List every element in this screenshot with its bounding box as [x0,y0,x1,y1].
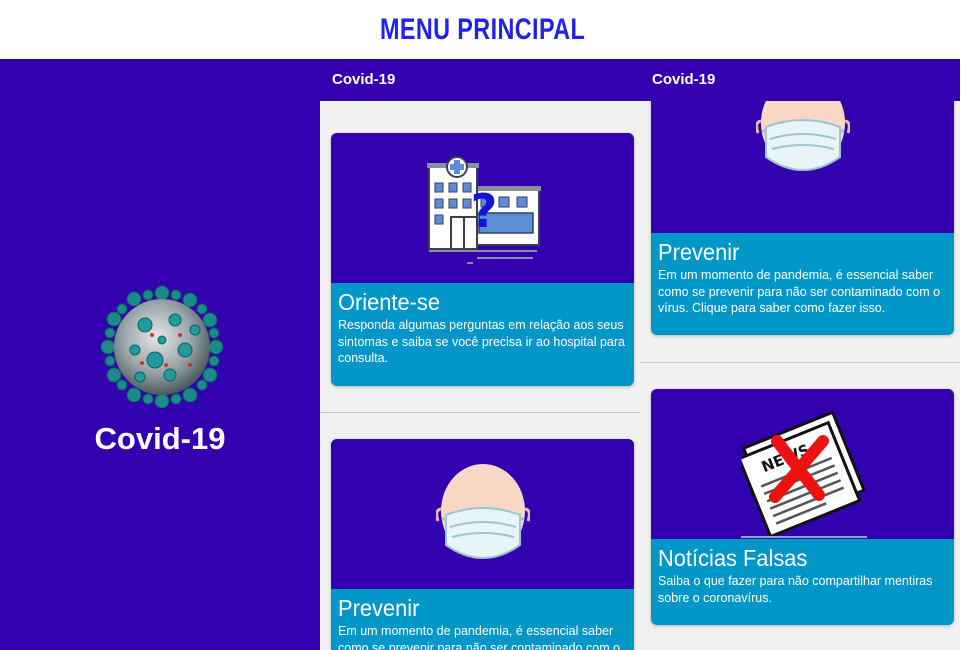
app-bar-title: Covid-19 [332,71,396,88]
menu-screen-1: Covid-19 ? Oriente-se Responda algumas p… [320,59,640,650]
divider [320,412,640,413]
card-body: Prevenir Em um momento de pandemia, é es… [651,233,954,325]
app-bar-title: Covid-19 [652,71,716,88]
card-noticias-falsas[interactable]: NEWS Notícias Falsas Saiba o que fazer p… [651,389,954,625]
card-prevenir[interactable]: Prevenir Em um momento de pandemia, é es… [331,439,634,650]
card-image [651,83,954,233]
svg-text:?: ? [471,184,498,238]
card-body: Oriente-se Responda algumas perguntas em… [331,283,634,375]
card-body: Notícias Falsas Saiba o que fazer para n… [651,539,954,614]
card-description: Responda algumas perguntas em relação ao… [338,318,625,365]
card-prevenir[interactable]: Prevenir Em um momento de pandemia, é es… [651,83,954,335]
fake-news-icon: NEWS [741,410,867,539]
card-oriente-se[interactable]: ? Oriente-se Responda algumas perguntas … [331,133,634,386]
card-description: Em um momento de pandemia, é essencial s… [658,268,941,315]
face-mask-icon [436,464,530,559]
card-title: Oriente-se [338,289,441,315]
card-image: ? [331,133,634,283]
card-title: Prevenir [658,239,740,265]
card-description: Saiba o que fazer para não compartilhar … [658,574,933,605]
header: MENU PRINCIPAL [0,0,965,59]
card-body: Prevenir Em um momento de pandemia, é es… [331,589,634,650]
card-description: Em um momento de pandemia, é essencial s… [338,624,621,650]
divider [640,362,960,363]
hospital-question-icon: ? [427,156,541,264]
card-title: Notícias Falsas [658,545,808,571]
card-image [331,439,634,589]
coronavirus-icon [100,285,224,409]
page-title: MENU PRINCIPAL [379,12,586,46]
app-bar: Covid-19 [640,59,960,101]
card-title: Prevenir [338,595,420,621]
card-image: NEWS [651,389,954,539]
splash-screen: Covid-19 [0,59,320,650]
app-bar: Covid-19 [320,59,640,101]
splash-app-name: Covid-19 [94,421,226,456]
menu-screen-2: Prevenir Em um momento de pandemia, é es… [640,59,960,650]
